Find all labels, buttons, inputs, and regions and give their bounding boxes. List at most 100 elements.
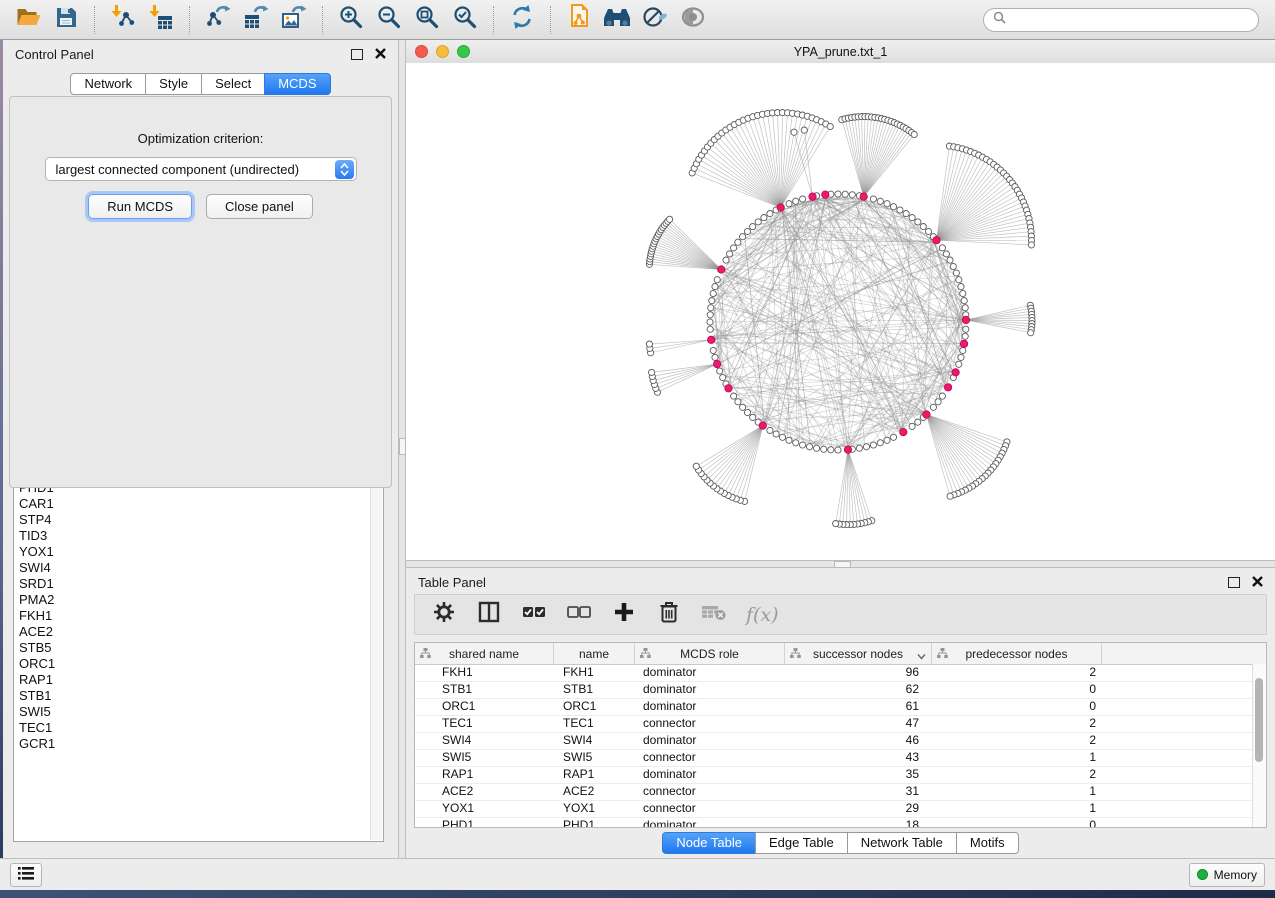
zoom-selected-button[interactable]	[447, 4, 483, 36]
mcds-result-item[interactable]: PMA2	[19, 592, 367, 608]
tab-network[interactable]: Network	[70, 73, 146, 95]
mcds-result-item[interactable]: TID3	[19, 528, 367, 544]
table-row[interactable]: RAP1RAP1dominator352	[415, 767, 1266, 784]
show-all-button[interactable]	[675, 4, 711, 36]
select-all-button[interactable]	[521, 602, 547, 628]
export-image-icon	[281, 4, 307, 35]
network-canvas[interactable]	[406, 63, 1275, 560]
zoom-fit-button[interactable]	[409, 4, 445, 36]
table-cell: 2	[932, 733, 1102, 749]
mcds-result-box: MCDS result (17 nodes) PHD1CAR1STP4TID3Y…	[13, 472, 384, 842]
memory-button[interactable]: Memory	[1189, 863, 1265, 887]
tab-network-table[interactable]: Network Table	[847, 832, 957, 854]
table-cell: RAP1	[554, 767, 635, 783]
mcds-result-item[interactable]: SWI5	[19, 704, 367, 720]
table-row[interactable]: STB1STB1dominator620	[415, 682, 1266, 699]
table-row[interactable]: SWI5SWI5connector431	[415, 750, 1266, 767]
mcds-result-item[interactable]: GCR1	[19, 736, 367, 752]
binoculars-icon	[603, 4, 631, 35]
table-cell: connector	[635, 716, 785, 732]
export-image-button[interactable]	[276, 4, 312, 36]
mcds-result-item[interactable]: SWI4	[19, 560, 367, 576]
column-header-name[interactable]: name	[554, 643, 635, 664]
table-row[interactable]: ACE2ACE2connector311	[415, 784, 1266, 801]
run-mcds-button[interactable]: Run MCDS	[88, 194, 192, 219]
save-session-button[interactable]	[48, 4, 84, 36]
delete-column-button[interactable]	[656, 602, 682, 628]
select-stepper-icon	[335, 160, 354, 179]
mcds-result-item[interactable]: STP4	[19, 512, 367, 528]
task-history-button[interactable]	[10, 863, 42, 887]
splitter-handle[interactable]	[399, 438, 406, 455]
close-panel-button[interactable]: Close panel	[206, 194, 313, 219]
close-panel-icon[interactable]	[1252, 575, 1263, 590]
save-icon	[54, 5, 78, 34]
network-graph[interactable]	[406, 63, 1275, 560]
table-scrollbar[interactable]	[1252, 664, 1266, 827]
mcds-result-item[interactable]: ORC1	[19, 656, 367, 672]
column-header-predecessor-nodes[interactable]: predecessor nodes	[932, 643, 1102, 664]
mcds-result-item[interactable]: ACE2	[19, 624, 367, 640]
table-cell: dominator	[635, 767, 785, 783]
table-panel: Table Panel f(x) shared namenameMCDS rol…	[406, 568, 1275, 858]
mcds-result-item[interactable]: CAR1	[19, 496, 367, 512]
splitter-handle[interactable]	[834, 561, 851, 568]
optimization-criterion-select[interactable]: largest connected component (undirected)	[45, 157, 357, 181]
column-header-mcds-role[interactable]: MCDS role	[635, 643, 785, 664]
table-cell: YOX1	[554, 801, 635, 817]
tab-mcds[interactable]: MCDS	[264, 73, 330, 95]
toggle-panels-button[interactable]	[476, 602, 502, 628]
tab-edge-table[interactable]: Edge Table	[755, 832, 848, 854]
import-table-icon	[148, 4, 174, 35]
float-panel-icon[interactable]	[351, 49, 363, 60]
table-cell: 1	[932, 801, 1102, 817]
column-header-successor-nodes[interactable]: successor nodes	[785, 643, 932, 664]
mcds-result-item[interactable]: STB1	[19, 688, 367, 704]
mcds-result-item[interactable]: YOX1	[19, 544, 367, 560]
refresh-layout-button[interactable]	[504, 4, 540, 36]
close-panel-icon[interactable]	[375, 47, 386, 62]
horizontal-splitter[interactable]	[406, 560, 1275, 568]
add-column-button[interactable]	[611, 602, 637, 628]
mcds-result-item[interactable]: TEC1	[19, 720, 367, 736]
zoom-out-button[interactable]	[371, 4, 407, 36]
network-window-titlebar[interactable]: YPA_prune.txt_1	[406, 40, 1275, 64]
search-input[interactable]	[1011, 12, 1249, 28]
mcds-list-scrollbar[interactable]	[370, 474, 382, 840]
table-cell: 35	[785, 767, 932, 783]
table-settings-button[interactable]	[431, 602, 457, 628]
table-row[interactable]: YOX1YOX1connector291	[415, 801, 1266, 818]
export-network-button[interactable]	[200, 4, 236, 36]
new-network-from-selection-icon	[566, 4, 592, 35]
scrollbar-thumb[interactable]	[1255, 678, 1263, 762]
find-button[interactable]	[599, 4, 635, 36]
vertical-splitter[interactable]	[398, 40, 406, 858]
table-cell: 29	[785, 801, 932, 817]
open-file-button[interactable]	[10, 4, 46, 36]
import-network-button[interactable]	[105, 4, 141, 36]
import-table-button[interactable]	[143, 4, 179, 36]
float-panel-icon[interactable]	[1228, 577, 1240, 588]
table-row[interactable]: FKH1FKH1dominator962	[415, 665, 1266, 682]
tab-motifs[interactable]: Motifs	[956, 832, 1019, 854]
tab-style[interactable]: Style	[145, 73, 202, 95]
new-network-from-selection-button[interactable]	[561, 4, 597, 36]
table-row[interactable]: ORC1ORC1dominator610	[415, 699, 1266, 716]
hide-selected-button[interactable]	[637, 4, 673, 36]
mcds-result-item[interactable]: FKH1	[19, 608, 367, 624]
zoom-in-button[interactable]	[333, 4, 369, 36]
table-row[interactable]: PHD1PHD1dominator180	[415, 818, 1266, 828]
mcds-result-item[interactable]: RAP1	[19, 672, 367, 688]
search-box[interactable]	[983, 8, 1259, 32]
mcds-result-item[interactable]: STB5	[19, 640, 367, 656]
table-row[interactable]: SWI4SWI4dominator462	[415, 733, 1266, 750]
tab-node-table[interactable]: Node Table	[662, 832, 756, 854]
table-cell: SWI4	[415, 733, 554, 749]
export-table-button[interactable]	[238, 4, 274, 36]
control-panel-titlebar: Control Panel	[3, 40, 398, 68]
mcds-result-item[interactable]: SRD1	[19, 576, 367, 592]
deselect-all-button[interactable]	[566, 602, 592, 628]
column-header-shared-name[interactable]: shared name	[415, 643, 554, 664]
tab-select[interactable]: Select	[201, 73, 265, 95]
table-row[interactable]: TEC1TEC1connector472	[415, 716, 1266, 733]
